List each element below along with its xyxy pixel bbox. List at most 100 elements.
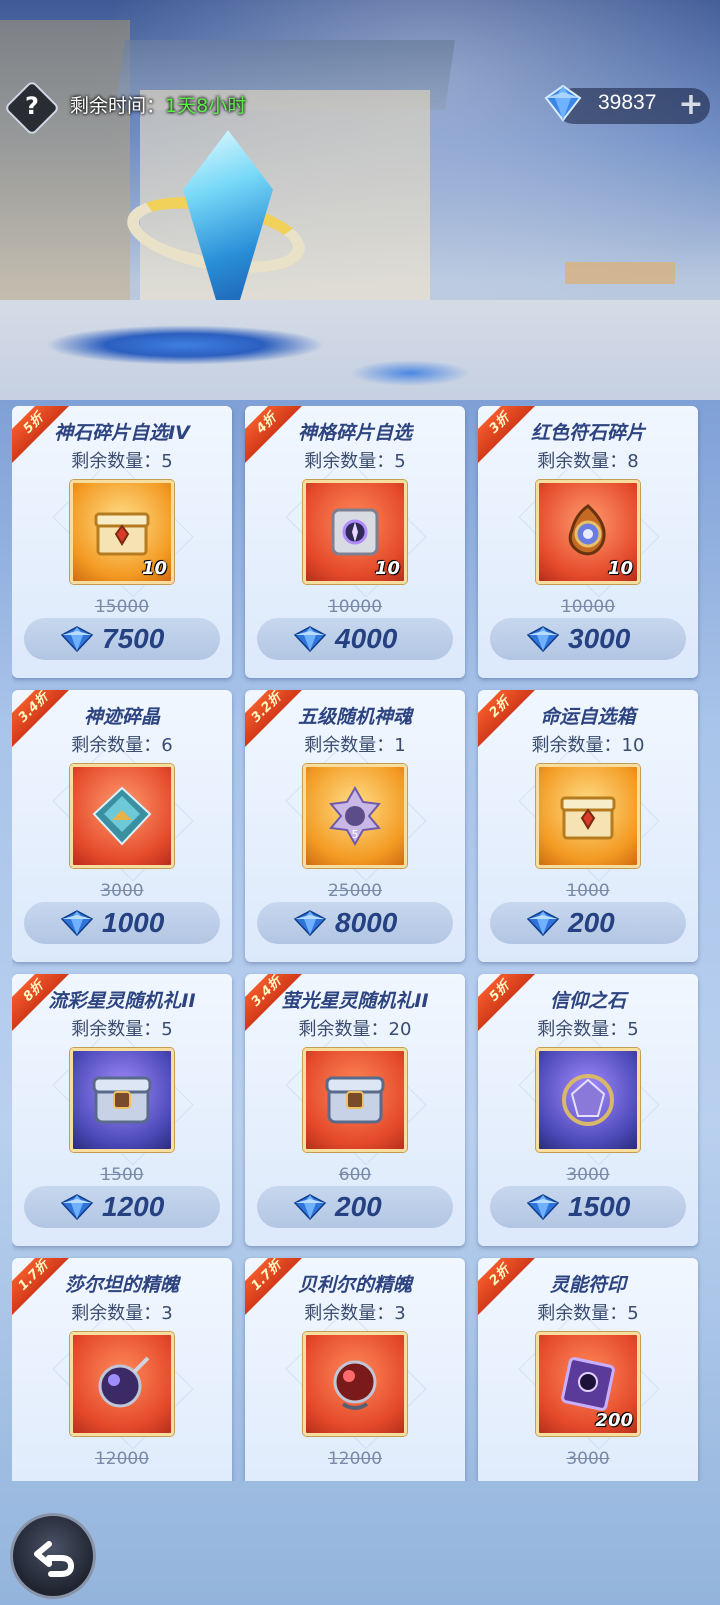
buy-button[interactable]: 1000 (24, 902, 220, 944)
gem-pile (45, 325, 325, 365)
price-value: 7500 (102, 623, 165, 654)
item-name: 五级随机神魂 (297, 706, 412, 728)
buy-button[interactable]: 200 (490, 902, 686, 944)
diamond-icon (60, 910, 94, 937)
plus-icon[interactable]: + (678, 90, 704, 120)
item-quantity: 10 (607, 558, 633, 579)
original-price: 12000 (327, 1449, 383, 1469)
shop-item-card[interactable]: 2折 命运自选箱 剩余数量：10 1000 200 (478, 690, 698, 962)
crystal-shard-icon (92, 786, 152, 846)
diamond-icon (293, 626, 327, 653)
buy-button[interactable]: 1200 (24, 1186, 220, 1228)
item-name: 命运自选箱 (540, 706, 636, 728)
item-icon-frame[interactable] (536, 1048, 640, 1152)
item-stock: 剩余数量：10 (478, 731, 698, 757)
item-name: 神迹碎晶 (83, 706, 160, 728)
item-icon-frame[interactable]: 10 (303, 480, 407, 584)
buy-button[interactable]: 8000 (257, 902, 453, 944)
item-icon-frame[interactable]: 5 (303, 764, 407, 868)
shop-item-card[interactable]: 2折 灵能符印 剩余数量：5 200 3000 (478, 1258, 698, 1481)
stock-label: 剩余数量： (71, 735, 162, 756)
shop-item-card[interactable]: 1.7折 贝利尔的精魄 剩余数量：3 12000 (245, 1258, 465, 1481)
price-value: 200 (568, 907, 615, 938)
stock-label: 剩余数量： (537, 1019, 628, 1040)
price-value: 1000 (102, 907, 165, 938)
golden-chest-icon (94, 512, 150, 556)
original-price: 25000 (327, 881, 383, 901)
diamond-icon (293, 1194, 327, 1221)
back-button[interactable] (10, 1513, 96, 1599)
item-stock: 剩余数量：20 (245, 1015, 465, 1041)
stock-value: 3 (161, 1303, 173, 1324)
stock-label: 剩余数量： (304, 451, 395, 472)
stock-value: 5 (627, 1303, 639, 1324)
item-icon-frame[interactable]: 10 (70, 480, 174, 584)
timer-value: 1天8小时 (165, 95, 247, 117)
question-icon[interactable]: ? (12, 86, 52, 126)
item-icon-frame[interactable] (536, 764, 640, 868)
purple-seal-icon (561, 1357, 615, 1411)
shop-item-card[interactable]: 1.7折 莎尔坦的精魄 剩余数量：3 12000 (12, 1258, 232, 1481)
buy-button[interactable]: 200 (257, 1186, 453, 1228)
item-name: 神格碎片自选 (297, 422, 412, 444)
shop-item-card[interactable]: 3.4折 萤光星灵随机礼II 剩余数量：20 600 200 (245, 974, 465, 1246)
original-price: 1500 (100, 1165, 144, 1185)
price-value: 4000 (335, 623, 398, 654)
gem-pile (350, 360, 470, 386)
original-price: 1000 (566, 881, 610, 901)
item-icon-frame[interactable]: 200 (536, 1332, 640, 1436)
item-stock: 剩余数量：5 (478, 1015, 698, 1041)
shop-item-card[interactable]: 5折 信仰之石 剩余数量：5 3000 1500 (478, 974, 698, 1246)
diamond-icon (293, 910, 327, 937)
diamond-icon (526, 626, 560, 653)
item-name: 萤光星灵随机礼II (281, 990, 429, 1012)
diamond-icon (544, 84, 582, 122)
item-name: 神石碎片自选IV (54, 422, 190, 444)
event-banner (0, 0, 720, 400)
stock-value: 1 (394, 735, 406, 756)
item-name: 灵能符印 (549, 1274, 626, 1296)
item-stock: 剩余数量：8 (478, 447, 698, 473)
stock-value: 20 (388, 1019, 412, 1040)
stock-label: 剩余数量： (304, 1303, 395, 1324)
diamond-icon (60, 626, 94, 653)
diamond-icon (526, 1194, 560, 1221)
item-name: 贝利尔的精魄 (297, 1274, 412, 1296)
buy-button[interactable]: 4000 (257, 618, 453, 660)
item-stock: 剩余数量：5 (12, 447, 232, 473)
item-stock: 剩余数量：3 (245, 1299, 465, 1325)
price-value: 3000 (568, 623, 631, 654)
svg-text:5: 5 (352, 828, 359, 841)
item-stock: 剩余数量：1 (245, 731, 465, 757)
buy-button[interactable]: 3000 (490, 618, 686, 660)
swirl-stone-icon (568, 504, 606, 556)
stock-value: 5 (627, 1019, 639, 1040)
item-name: 流彩星灵随机礼II (48, 990, 196, 1012)
background-building (0, 20, 130, 320)
stock-label: 剩余数量： (531, 735, 622, 756)
red-orb-icon (333, 1360, 377, 1410)
item-icon-frame[interactable]: 10 (536, 480, 640, 584)
original-price: 3000 (100, 881, 144, 901)
item-icon-frame[interactable] (303, 1332, 407, 1436)
item-name: 莎尔坦的精魄 (64, 1274, 179, 1296)
shop-item-card[interactable]: 8折 流彩星灵随机礼II 剩余数量：5 1500 1200 (12, 974, 232, 1246)
buy-button[interactable]: 1500 (490, 1186, 686, 1228)
shop-item-card[interactable]: 4折 神格碎片自选 剩余数量：5 10 10000 4000 (245, 406, 465, 678)
stock-label: 剩余数量： (71, 1019, 162, 1040)
shop-item-card[interactable]: 3.2折 五级随机神魂 剩余数量：1 5 25000 8000 (245, 690, 465, 962)
shop-item-card[interactable]: 3.4折 神迹碎晶 剩余数量：6 3000 1000 (12, 690, 232, 962)
shop-grid: 5折 神石碎片自选IV 剩余数量：5 10 15000 7500 4折 神格碎片… (12, 406, 708, 1481)
item-icon-frame[interactable] (70, 764, 174, 868)
diamond-icon (60, 1194, 94, 1221)
item-icon-frame[interactable] (70, 1332, 174, 1436)
item-icon-frame[interactable] (70, 1048, 174, 1152)
stock-value: 5 (161, 1019, 173, 1040)
buy-button[interactable]: 7500 (24, 618, 220, 660)
shop-item-card[interactable]: 5折 神石碎片自选IV 剩余数量：5 10 15000 7500 (12, 406, 232, 678)
item-icon-frame[interactable] (303, 1048, 407, 1152)
price-value: 1500 (568, 1191, 631, 1222)
shop-item-card[interactable]: 3折 红色符石碎片 剩余数量：8 10 10000 3000 (478, 406, 698, 678)
item-quantity: 200 (595, 1410, 633, 1431)
item-quantity: 10 (141, 558, 167, 579)
